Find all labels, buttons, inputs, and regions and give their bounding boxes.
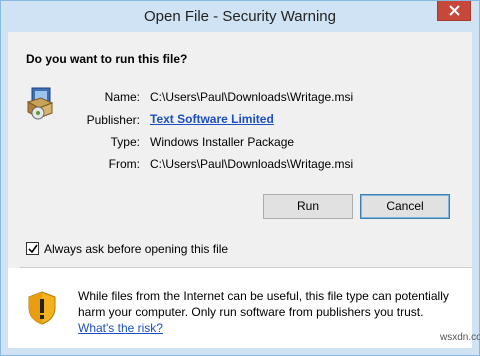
whats-the-risk-link[interactable]: What's the risk? (78, 321, 163, 335)
run-button[interactable]: Run (263, 194, 353, 219)
always-ask-checkbox[interactable] (26, 242, 39, 255)
cancel-button[interactable]: Cancel (360, 194, 450, 219)
always-ask-label[interactable]: Always ask before opening this file (44, 242, 228, 256)
close-button[interactable] (437, 1, 471, 21)
dialog-heading: Do you want to run this file? (26, 52, 188, 66)
shield-warning-icon (28, 291, 56, 325)
security-warning-window: Open File - Security Warning Do you want… (0, 0, 480, 356)
publisher-link[interactable]: Text Software Limited (150, 112, 274, 126)
watermark: wsxdn.com (440, 332, 480, 343)
title-bar[interactable]: Open File - Security Warning (1, 1, 479, 32)
publisher-label: Publisher: (86, 113, 140, 127)
checkmark-icon (28, 244, 38, 254)
name-label: Name: (104, 90, 140, 104)
close-icon (449, 5, 460, 16)
warning-footer: While files from the Internet can be use… (8, 268, 480, 348)
type-value: Windows Installer Package (150, 135, 295, 149)
from-label: From: (108, 157, 140, 171)
type-label: Type: (110, 135, 140, 149)
window-title: Open File - Security Warning (143, 8, 336, 25)
installer-package-icon (26, 87, 54, 120)
name-value: C:\Users\Paul\Downloads\Writage.msi (150, 90, 354, 104)
warning-text: While files from the Internet can be use… (78, 289, 449, 319)
warning-message: While files from the Internet can be use… (78, 288, 463, 336)
from-value: C:\Users\Paul\Downloads\Writage.msi (150, 157, 354, 171)
